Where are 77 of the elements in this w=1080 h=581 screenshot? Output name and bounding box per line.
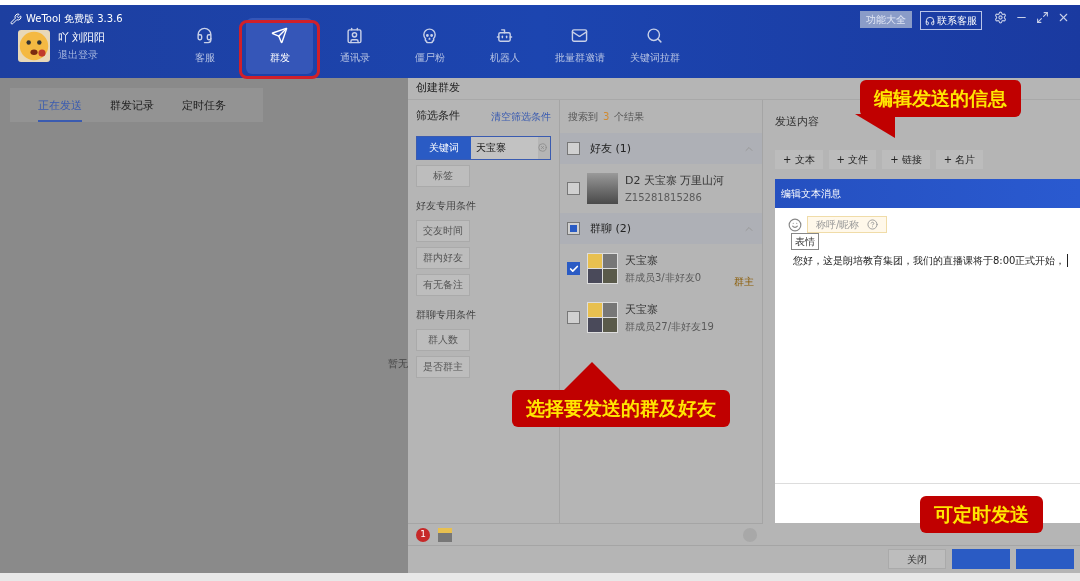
checkbox[interactable] — [567, 142, 580, 156]
editor-title: 编辑文本消息 — [775, 179, 1080, 209]
nav-tab[interactable]: 机器人 — [471, 18, 538, 74]
nav-tab[interactable]: 群发 — [246, 18, 313, 74]
nav-tab[interactable]: 客服 — [171, 18, 238, 74]
checkbox[interactable] — [567, 182, 580, 196]
result-item[interactable]: D2 天宝寨 万里山河 Z15281815286 — [560, 164, 762, 214]
section-title: 好友专用条件 — [416, 198, 477, 213]
filter-title: 筛选条件 — [416, 108, 460, 125]
add-button[interactable]: + 链接 — [882, 150, 930, 170]
clear-filters-link[interactable]: 清空筛选条件 — [491, 109, 551, 125]
result-name: 天宝寨 — [625, 253, 659, 270]
result-detail: 群成员27/非好友19 — [625, 319, 714, 334]
checkbox[interactable] — [567, 222, 580, 236]
settings-icon[interactable] — [994, 11, 1007, 24]
keyword-field[interactable]: 关键词 天宝寨 — [416, 135, 551, 160]
tab[interactable]: 定时任务 — [182, 97, 226, 122]
nav-tab[interactable]: 批量群邀请 — [546, 18, 613, 74]
headset-icon — [925, 15, 935, 26]
tooltip: 表情 — [791, 233, 819, 251]
result-detail: Z15281815286 — [625, 190, 703, 205]
tag-button[interactable]: 标签 — [416, 164, 470, 187]
paper-plane-icon — [271, 27, 288, 44]
filter-button[interactable]: 有无备注 — [416, 273, 470, 296]
result-name: 天宝寨 — [625, 302, 659, 319]
selected-avatar — [438, 527, 452, 542]
maximize-icon[interactable] — [1036, 11, 1049, 24]
group-header[interactable]: 群聊 (2) — [560, 213, 762, 245]
result-item[interactable]: 天宝寨 群成员3/非好友0 群主 — [560, 244, 762, 294]
photo-placeholder — [587, 173, 618, 205]
result-item[interactable]: 天宝寨 群成员27/非好友19 — [560, 293, 762, 343]
help-icon[interactable] — [867, 219, 879, 231]
send-title: 发送内容 — [775, 115, 819, 129]
result-detail: 群成员3/非好友0 — [625, 270, 702, 285]
search-icon — [646, 27, 663, 44]
text-cursor — [1067, 254, 1069, 268]
user-name: 吖 刘阳阳 — [58, 30, 106, 47]
nav-tab[interactable]: 关键词拉群 — [621, 18, 688, 74]
envelope-icon — [571, 27, 588, 44]
skull-icon — [421, 27, 438, 44]
logout-link[interactable]: 退出登录 — [58, 46, 106, 62]
callout: 编辑发送的信息 — [860, 80, 1021, 117]
wrench-icon — [10, 12, 22, 25]
close-button[interactable]: 关闭 — [888, 549, 946, 570]
callout: 可定时发送 — [920, 496, 1043, 533]
headset-icon — [196, 27, 213, 44]
owner-label: 群主 — [734, 275, 754, 290]
callout: 选择要发送的群及好友 — [512, 390, 730, 427]
contact-card-icon — [346, 27, 363, 44]
smiley-icon[interactable] — [788, 217, 802, 232]
add-button[interactable]: + 文本 — [775, 150, 823, 170]
support-button[interactable]: 联系客服 — [920, 11, 982, 30]
add-button[interactable]: + 名片 — [935, 150, 984, 170]
filter-button[interactable]: 群人数 — [416, 328, 470, 351]
checkbox[interactable] — [567, 311, 580, 325]
nav-tab[interactable]: 通讯录 — [321, 18, 388, 74]
close-icon[interactable] — [1057, 11, 1070, 24]
group-avatar — [587, 253, 618, 285]
add-button[interactable]: + 文件 — [828, 150, 877, 170]
window-title: WeTool 免费版 3.3.6 — [26, 12, 123, 26]
action-button[interactable] — [1016, 549, 1074, 570]
filter-button[interactable]: 群内好友 — [416, 246, 470, 269]
message-text[interactable]: 您好，这是朗培教育集团，我们的直播课将于8:00正式开始， — [793, 253, 1066, 269]
nav-tab[interactable]: 僵尸粉 — [396, 18, 463, 74]
robot-icon — [496, 27, 513, 44]
group-header[interactable]: 好友 (1) — [560, 133, 762, 165]
filter-button[interactable]: 是否群主 — [416, 355, 470, 378]
count-badge: 1 — [416, 527, 430, 542]
nickname-chip[interactable]: 称呼/昵称 — [807, 216, 888, 234]
section-title: 群聊专用条件 — [416, 307, 477, 322]
action-button[interactable] — [952, 549, 1010, 570]
checkbox[interactable] — [567, 262, 580, 276]
group-avatar — [587, 302, 618, 334]
result-count: 搜索到 3 个结果 — [567, 110, 646, 125]
result-name: D2 天宝寨 万里山河 — [625, 173, 725, 190]
filter-button[interactable]: 交友时间 — [416, 219, 470, 242]
tab[interactable]: 群发记录 — [110, 97, 154, 122]
